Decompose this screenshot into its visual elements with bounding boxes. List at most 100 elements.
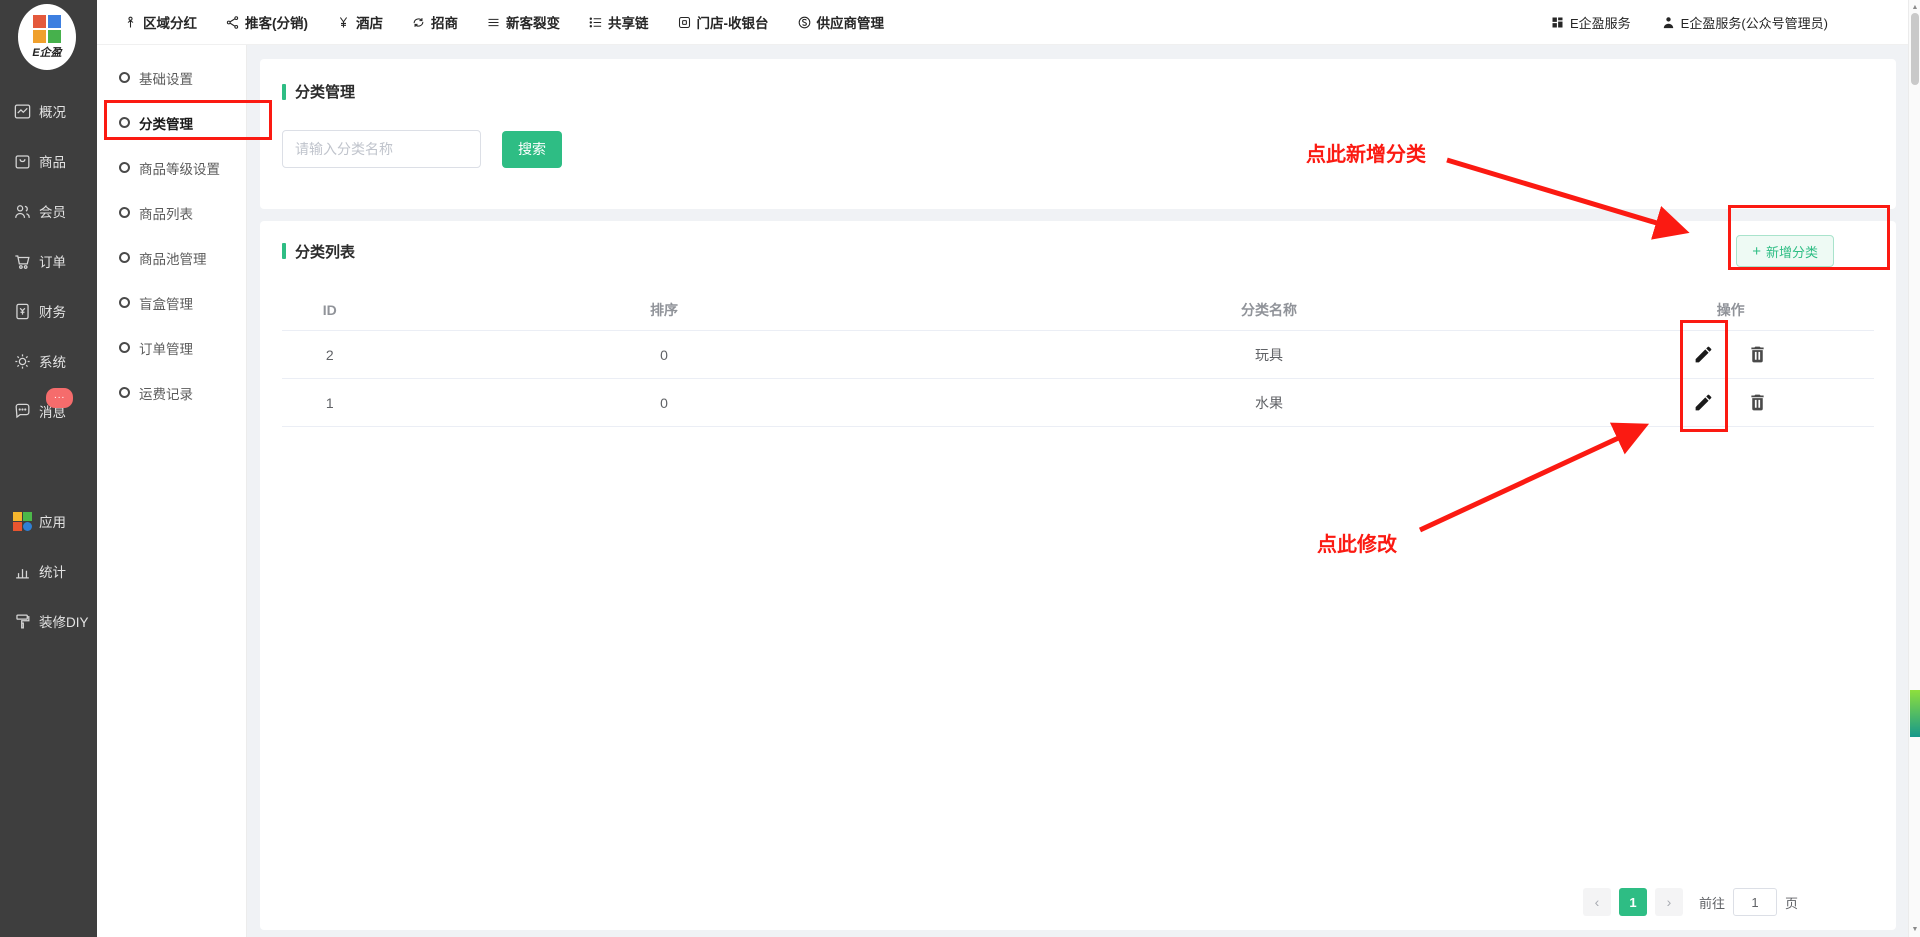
topmenu-fission[interactable]: 新客裂变 — [486, 12, 560, 32]
submenu-label: 运费记录 — [139, 383, 193, 403]
submenu-label: 分类管理 — [139, 113, 193, 133]
submenu-label: 商品列表 — [139, 203, 193, 223]
sidebar-item-members[interactable]: 会员 — [0, 186, 97, 236]
cell-name: 水果 — [951, 393, 1588, 413]
topmenu-label: 新客裂变 — [506, 12, 560, 32]
share-icon — [225, 15, 240, 30]
topmenu-label: 推客(分销) — [245, 12, 308, 32]
pencil-icon — [1693, 392, 1714, 413]
card-title-text: 分类管理 — [295, 81, 355, 102]
page-unit-label: 页 — [1785, 893, 1798, 912]
submenu-item-order-manage[interactable]: 订单管理 — [97, 325, 246, 370]
submenu-item-goods-level[interactable]: 商品等级设置 — [97, 145, 246, 190]
card-title: 分类列表 — [282, 241, 355, 262]
cell-id: 2 — [282, 347, 378, 363]
submenu-label: 订单管理 — [139, 338, 193, 358]
sidebar-item-label: 商品 — [39, 151, 66, 171]
edit-button[interactable] — [1691, 390, 1717, 416]
current-page-button[interactable]: 1 — [1619, 888, 1647, 916]
topbar: 区域分红 推客(分销) 酒店 招商 新客裂变 共享链 门店-收银台 供应商管理 — [97, 0, 1908, 45]
column-header-id: ID — [282, 302, 378, 318]
submenu-item-blind-box[interactable]: 盲盒管理 — [97, 280, 246, 325]
submenu-item-freight-record[interactable]: 运费记录 — [97, 370, 246, 415]
submenu-item-goods-list[interactable]: 商品列表 — [97, 190, 246, 235]
app-logo[interactable]: E企盈 — [18, 4, 76, 70]
finance-book-icon — [13, 302, 32, 321]
account-label: E企盈服务(公众号管理员) — [1681, 13, 1828, 32]
trash-icon — [1747, 344, 1768, 365]
sidebar-item-label: 会员 — [39, 201, 66, 221]
topmenu-investment[interactable]: 招商 — [411, 12, 458, 32]
bar-chart-icon — [13, 562, 32, 581]
sidebar-item-label: 统计 — [39, 561, 66, 581]
sidebar-item-stats[interactable]: 统计 — [0, 546, 97, 596]
sidebar-item-system[interactable]: 系统 — [0, 336, 97, 386]
secondary-sidebar: 基础设置 分类管理 商品等级设置 商品列表 商品池管理 盲盒管理 订单管理 运费… — [97, 45, 247, 937]
prev-page-button[interactable]: ‹ — [1583, 888, 1611, 916]
dividend-icon — [123, 15, 138, 30]
add-category-label: 新增分类 — [1766, 242, 1818, 261]
topmenu-share-chain[interactable]: 共享链 — [588, 12, 649, 32]
plus-icon: + — [1752, 244, 1761, 259]
goto-page-input[interactable] — [1733, 888, 1777, 916]
sidebar-item-label: 应用 — [39, 511, 66, 531]
edit-button[interactable] — [1691, 342, 1717, 368]
shopping-bag-icon — [13, 152, 32, 171]
members-icon — [13, 202, 32, 221]
sidebar-item-orders[interactable]: 订单 — [0, 236, 97, 286]
cell-name: 玩具 — [951, 345, 1588, 365]
category-table: ID 排序 分类名称 操作 2 0 玩具 1 0 水果 — [282, 289, 1874, 427]
delete-button[interactable] — [1745, 390, 1771, 416]
category-name-input[interactable] — [282, 130, 481, 168]
paint-roller-icon — [13, 612, 32, 631]
card-title-text: 分类列表 — [295, 241, 355, 262]
sidebar-item-overview[interactable]: 概况 — [0, 86, 97, 136]
sidebar-item-finance[interactable]: 财务 — [0, 286, 97, 336]
logo-text: E企盈 — [32, 44, 61, 60]
sidebar-item-goods[interactable]: 商品 — [0, 136, 97, 186]
cell-sort: 0 — [378, 347, 951, 363]
account-menu[interactable]: E企盈服务(公众号管理员) — [1661, 13, 1828, 32]
yen-icon — [336, 15, 351, 30]
scrollbar-thumb[interactable] — [1911, 13, 1919, 85]
services-entry[interactable]: E企盈服务 — [1550, 13, 1631, 32]
topmenu-label: 门店-收银台 — [697, 12, 769, 32]
scroll-up-icon[interactable]: ▲ — [1909, 4, 1920, 11]
cell-id: 1 — [282, 395, 378, 411]
delete-button[interactable] — [1745, 342, 1771, 368]
goto-label: 前往 — [1699, 893, 1725, 912]
submenu-item-category-manage[interactable]: 分类管理 — [97, 100, 246, 145]
sidebar-item-decorate-diy[interactable]: 装修DIY — [0, 596, 97, 646]
next-page-button[interactable]: › — [1655, 888, 1683, 916]
topmenu-label: 供应商管理 — [817, 12, 885, 32]
radio-circle-icon — [119, 387, 130, 398]
topmenu-label: 招商 — [431, 12, 458, 32]
topmenu-label: 共享链 — [608, 12, 649, 32]
sidebar-item-apps[interactable]: 应用 — [0, 496, 97, 546]
search-button[interactable]: 搜索 — [502, 131, 562, 168]
scroll-down-icon[interactable]: ▼ — [1909, 926, 1920, 933]
topmenu-region-dividend[interactable]: 区域分红 — [123, 12, 197, 32]
gear-icon — [13, 352, 32, 371]
sidebar-item-label: 系统 — [39, 351, 66, 371]
category-manage-card: 分类管理 搜索 — [260, 59, 1896, 209]
overview-chart-icon — [13, 102, 32, 121]
topmenu-hotel[interactable]: 酒店 — [336, 12, 383, 32]
page-scrollbar[interactable]: ▲ ▼ — [1908, 0, 1920, 937]
topmenu-supplier[interactable]: 供应商管理 — [797, 12, 885, 32]
add-category-button[interactable]: + 新增分类 — [1736, 235, 1834, 267]
list-icon — [588, 15, 603, 30]
chat-bubble-icon — [13, 402, 32, 421]
supplier-icon — [797, 15, 812, 30]
topmenu-store-cashier[interactable]: 门店-收银台 — [677, 12, 769, 32]
table-row: 2 0 玩具 — [282, 331, 1874, 379]
sidebar-item-label: 概况 — [39, 101, 66, 121]
topmenu-promoter[interactable]: 推客(分销) — [225, 12, 308, 32]
radio-circle-icon — [119, 297, 130, 308]
radio-circle-icon — [119, 207, 130, 218]
submenu-item-basic-settings[interactable]: 基础设置 — [97, 55, 246, 100]
sidebar-item-messages[interactable]: 消息 ... — [0, 386, 97, 436]
user-icon — [1661, 15, 1676, 30]
apps-grid-icon — [13, 512, 32, 531]
submenu-item-goods-pool[interactable]: 商品池管理 — [97, 235, 246, 280]
